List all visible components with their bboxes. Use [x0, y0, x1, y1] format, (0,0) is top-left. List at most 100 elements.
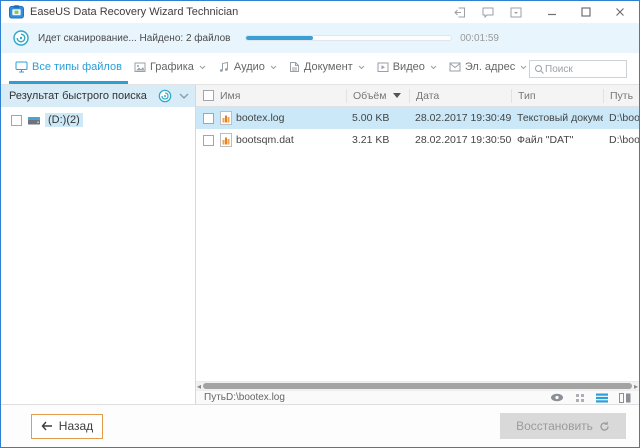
sidebar-header[interactable]: Результат быстрого поиска [1, 85, 195, 107]
chevron-down-icon [520, 65, 527, 69]
monitor-icon [15, 61, 28, 73]
preview-eye-icon[interactable] [550, 393, 564, 402]
chevron-down-icon [358, 65, 365, 69]
back-button[interactable]: Назад [31, 413, 103, 439]
file-type-filter-bar: Все типы файлов Графика Аудио Документ В… [1, 53, 639, 85]
sidebar: Результат быстрого поиска (D:)(2) [1, 85, 196, 404]
document-icon [289, 62, 299, 72]
drive-checkbox[interactable] [11, 114, 22, 126]
footer-bar: Назад Восстановить [1, 404, 639, 447]
file-type: Текстовый документ [517, 112, 603, 124]
row-checkbox[interactable] [202, 134, 214, 146]
back-arrow-icon [41, 421, 52, 431]
tab-label: Документ [303, 61, 353, 73]
search-icon [535, 64, 544, 74]
menu-icon[interactable] [505, 4, 527, 20]
tree-item-drive-d[interactable]: (D:)(2) [1, 110, 195, 130]
close-icon[interactable] [609, 4, 631, 20]
file-size: 5.00 KB [352, 112, 390, 124]
file-table: Имя Объём Дата Тип Путь bootex.log 5.00 … [196, 85, 639, 404]
file-type: Файл "DAT" [517, 134, 574, 146]
recover-refresh-icon [600, 421, 609, 431]
column-header-date[interactable]: Дата [409, 88, 511, 103]
result-tree: (D:)(2) [1, 107, 195, 404]
tab-all-file-types[interactable]: Все типы файлов [9, 53, 128, 84]
select-all-checkbox[interactable] [202, 90, 214, 101]
collapse-chevron-icon[interactable] [179, 93, 189, 99]
scan-status-bar: Идет сканирование... Найдено: 2 файлов 0… [1, 23, 639, 53]
file-date: 28.02.2017 19:30:50 [415, 134, 511, 146]
file-chart-icon [220, 111, 232, 125]
app-window: EaseUS Data Recovery Wizard Technician И… [0, 0, 640, 448]
horizontal-scrollbar[interactable]: ◂ ▸ [196, 381, 639, 391]
table-body: bootex.log 5.00 KB 28.02.2017 19:30:49 Т… [196, 107, 639, 381]
list-view-icon[interactable] [596, 393, 608, 403]
file-name: bootex.log [236, 112, 285, 124]
header-checkbox-cell [196, 90, 220, 101]
window-controls [541, 4, 631, 20]
view-mode-icons [550, 392, 631, 403]
scroll-right-arrow[interactable]: ▸ [634, 382, 638, 391]
scan-elapsed-time: 00:01:59 [460, 32, 499, 44]
feedback-icon[interactable] [477, 4, 499, 20]
music-icon [219, 61, 228, 72]
mail-icon [449, 62, 461, 72]
recover-button[interactable]: Восстановить [500, 413, 626, 439]
window-title: EaseUS Data Recovery Wizard Technician [30, 6, 239, 18]
chevron-down-icon [199, 65, 206, 69]
chevron-down-icon [430, 65, 437, 69]
scrollbar-thumb[interactable] [203, 383, 632, 389]
file-path: D:\bootex.log [609, 112, 639, 124]
tab-document[interactable]: Документ [283, 53, 371, 84]
title-bar: EaseUS Data Recovery Wizard Technician [1, 1, 639, 23]
scan-progress-bar [244, 35, 453, 41]
column-header-type[interactable]: Тип [511, 88, 603, 103]
minimize-icon[interactable] [541, 4, 563, 20]
chevron-down-icon [270, 65, 277, 69]
scan-progress-fill [245, 36, 314, 40]
share-icon[interactable] [449, 4, 471, 20]
tab-email[interactable]: Эл. адрес [443, 53, 533, 84]
path-value: D:\bootex.log [225, 392, 285, 403]
back-button-label: Назад [58, 419, 94, 433]
table-header-row: Имя Объём Дата Тип Путь [196, 85, 639, 107]
search-box[interactable] [529, 60, 627, 78]
column-header-name[interactable]: Имя [220, 90, 346, 102]
tab-label: Видео [392, 61, 425, 73]
tab-label: Все типы файлов [32, 61, 122, 73]
scroll-left-arrow[interactable]: ◂ [197, 382, 201, 391]
column-header-path[interactable]: Путь [603, 88, 639, 103]
scan-radar-icon [13, 30, 29, 46]
app-logo-icon [9, 5, 24, 19]
tab-label: Графика [149, 61, 194, 73]
quick-scan-icon[interactable] [158, 89, 172, 103]
table-row[interactable]: bootsqm.dat 3.21 KB 28.02.2017 19:30:50 … [196, 129, 639, 151]
sidebar-header-label: Результат быстрого поиска [9, 90, 147, 102]
drive-icon [28, 116, 40, 124]
main-area: Результат быстрого поиска (D:)(2) Имя Об… [1, 85, 639, 404]
maximize-icon[interactable] [575, 4, 597, 20]
scan-status-text: Идет сканирование... Найдено: 2 файлов [38, 32, 231, 44]
titlebar-app-buttons [449, 4, 527, 20]
search-input[interactable] [545, 63, 617, 75]
path-status-bar: Путь D:\bootex.log [196, 390, 639, 404]
table-row[interactable]: bootex.log 5.00 KB 28.02.2017 19:30:49 Т… [196, 107, 639, 129]
file-size: 3.21 KB [352, 134, 390, 146]
column-header-size[interactable]: Объём [346, 88, 409, 103]
tab-label: Аудио [233, 61, 265, 73]
file-path: D:\bootsqm.dat [609, 134, 639, 146]
image-icon [134, 62, 146, 72]
file-chart-icon [220, 133, 232, 147]
tab-video[interactable]: Видео [371, 53, 443, 84]
tab-graphics[interactable]: Графика [128, 53, 212, 84]
row-checkbox[interactable] [202, 112, 214, 124]
detail-pane-icon[interactable] [619, 392, 631, 403]
file-name: bootsqm.dat [236, 134, 294, 146]
path-label: Путь [204, 392, 226, 403]
thumbnail-view-icon[interactable] [575, 393, 585, 403]
tab-label: Эл. адрес [464, 61, 516, 73]
recover-button-label: Восстановить [516, 419, 593, 433]
file-date: 28.02.2017 19:30:49 [415, 112, 511, 124]
tab-audio[interactable]: Аудио [212, 53, 283, 84]
tree-item-label: (D:)(2) [45, 113, 83, 127]
